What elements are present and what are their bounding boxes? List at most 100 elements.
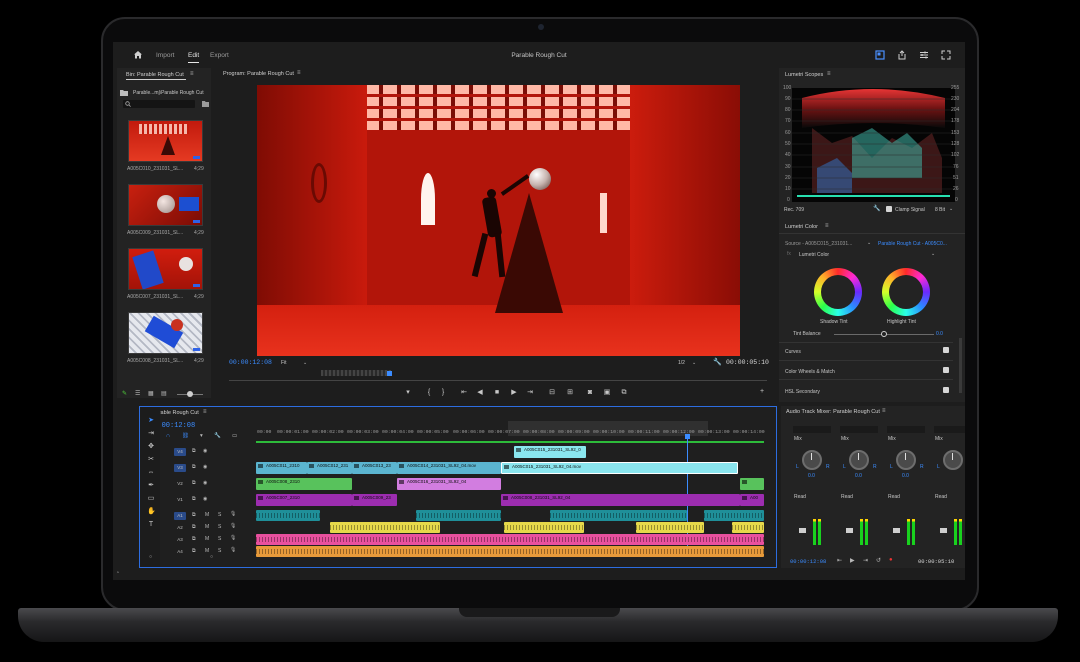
bin-search-input[interactable] bbox=[123, 100, 195, 108]
eye-icon[interactable]: ◉ bbox=[203, 448, 207, 454]
program-timecode[interactable]: 00:00:12:08 bbox=[229, 359, 272, 366]
clamp-signal-checkbox[interactable] bbox=[886, 206, 892, 212]
record-icon[interactable]: ● bbox=[889, 557, 893, 563]
panel-menu-icon[interactable]: ≡ bbox=[827, 71, 831, 77]
audio-clip[interactable] bbox=[416, 510, 501, 521]
mix-dropdown[interactable]: Mix bbox=[888, 436, 896, 442]
pencil-icon[interactable]: ✎ bbox=[122, 390, 128, 397]
sync-lock-icon[interactable]: ⧉ bbox=[192, 512, 196, 518]
mute-toggle[interactable]: M bbox=[205, 548, 209, 554]
freeform-view-icon[interactable]: ▤ bbox=[161, 390, 167, 397]
timeline-clip[interactable]: A005C012_231 bbox=[307, 462, 352, 474]
sync-lock-icon[interactable]: ⧉ bbox=[192, 524, 196, 530]
microphone-icon[interactable]: 🎙 bbox=[230, 547, 236, 553]
eye-icon[interactable]: ◉ bbox=[203, 464, 207, 470]
captions-icon[interactable]: ▭ bbox=[232, 433, 237, 439]
audio-clip[interactable] bbox=[330, 522, 440, 533]
volume-fader[interactable] bbox=[846, 528, 853, 533]
shadow-tint-wheel[interactable] bbox=[814, 268, 862, 316]
bin-tab[interactable]: Bin: Parable Rough Cut bbox=[126, 72, 184, 78]
automation-dropdown[interactable]: Read bbox=[888, 494, 900, 500]
input-dropdown[interactable] bbox=[934, 426, 965, 433]
audio-clip[interactable] bbox=[256, 546, 764, 557]
snap-icon[interactable]: ∩ bbox=[166, 433, 170, 439]
stop-icon[interactable]: ■ bbox=[493, 389, 501, 397]
extract-icon[interactable]: ⊞ bbox=[566, 389, 574, 397]
effect-dropdown[interactable]: Lumetri Color bbox=[799, 252, 829, 258]
mute-toggle[interactable]: M bbox=[205, 536, 209, 542]
mixer-tab[interactable]: Audio Track Mixer: Parable Rough Cut bbox=[786, 409, 880, 415]
wrench-icon[interactable]: 🔧 bbox=[713, 358, 722, 366]
track-label[interactable]: A2 bbox=[174, 524, 186, 532]
go-to-out-icon[interactable]: ⇥ bbox=[863, 557, 868, 564]
track-label[interactable]: V2 bbox=[174, 480, 186, 488]
new-bin-icon[interactable] bbox=[202, 101, 209, 107]
automation-dropdown[interactable]: Read bbox=[841, 494, 853, 500]
audio-clip[interactable] bbox=[256, 510, 320, 521]
timeline-clip[interactable]: A005C016_231031_SL92_04 bbox=[397, 478, 501, 490]
audio-clip[interactable] bbox=[704, 510, 764, 521]
solo-toggle[interactable]: S bbox=[218, 536, 221, 542]
go-to-out-icon[interactable]: ⇥ bbox=[526, 389, 534, 397]
pan-knob[interactable] bbox=[943, 450, 963, 470]
microphone-icon[interactable]: 🎙 bbox=[230, 523, 236, 529]
panel-menu-icon[interactable]: ≡ bbox=[825, 223, 829, 229]
volume-fader[interactable] bbox=[893, 528, 900, 533]
zoom-slider-handle[interactable] bbox=[187, 391, 193, 397]
timeline-clip-selected[interactable]: A005C015_231031_SL92_04.mov bbox=[501, 462, 738, 474]
timeline-clip[interactable]: A005C014_231031_SL92_04.mov bbox=[397, 462, 501, 474]
zoom-out-icon[interactable]: ○ bbox=[149, 554, 152, 560]
workspace-icon[interactable] bbox=[875, 50, 885, 60]
go-to-in-icon[interactable]: ⇤ bbox=[460, 389, 468, 397]
track-label[interactable]: A1 bbox=[174, 512, 186, 520]
eye-icon[interactable]: ◉ bbox=[203, 496, 207, 502]
selection-tool-icon[interactable]: ➤ bbox=[147, 417, 155, 425]
timeline-clip[interactable] bbox=[740, 478, 764, 490]
audio-clip[interactable] bbox=[636, 522, 704, 533]
eye-icon[interactable]: ◉ bbox=[203, 480, 207, 486]
clip-thumbnail[interactable] bbox=[128, 120, 203, 162]
icon-view-icon[interactable]: ▦ bbox=[148, 390, 154, 397]
multicam-icon[interactable]: ⧉ bbox=[620, 389, 628, 397]
list-view-icon[interactable]: ☰ bbox=[135, 390, 140, 397]
bit-depth-dropdown[interactable]: 8 Bit bbox=[935, 207, 945, 213]
fx-icon[interactable]: fx bbox=[787, 251, 791, 257]
pan-knob[interactable] bbox=[849, 450, 869, 470]
microphone-icon[interactable]: 🎙 bbox=[230, 511, 236, 517]
track-label[interactable]: A4 bbox=[174, 548, 186, 556]
settings-sliders-icon[interactable] bbox=[919, 50, 929, 60]
solo-toggle[interactable]: S bbox=[218, 524, 221, 530]
comparison-view-icon[interactable]: ▣ bbox=[603, 389, 611, 397]
track-label[interactable]: V1 bbox=[174, 496, 186, 504]
sync-lock-icon[interactable]: ⧉ bbox=[192, 548, 196, 554]
sequence-clip-dropdown[interactable]: Parable Rough Cut - A005C0... bbox=[878, 241, 947, 247]
sync-lock-icon[interactable]: ⧉ bbox=[192, 464, 196, 470]
play-icon[interactable]: ▶ bbox=[850, 557, 855, 564]
scrollbar[interactable] bbox=[959, 338, 962, 393]
timeline-clip[interactable]: A005C013_23 bbox=[352, 462, 397, 474]
mute-toggle[interactable]: M bbox=[205, 512, 209, 518]
add-marker-icon[interactable]: ▾ bbox=[404, 389, 412, 397]
panel-menu-icon[interactable]: ≡ bbox=[297, 70, 301, 76]
volume-fader[interactable] bbox=[940, 528, 947, 533]
timeline-clip[interactable]: A005C009_23 bbox=[352, 494, 397, 506]
timeline-clip[interactable]: A005C008_231031_SL92_04 bbox=[501, 494, 740, 506]
mark-in-icon[interactable]: { bbox=[425, 389, 433, 397]
linked-selection-icon[interactable]: ⛓ bbox=[182, 433, 189, 439]
go-to-in-icon[interactable]: ⇤ bbox=[837, 557, 842, 564]
panel-menu-icon[interactable]: ≡ bbox=[190, 71, 194, 77]
solo-toggle[interactable]: S bbox=[218, 512, 221, 518]
wrench-icon[interactable]: 🔧 bbox=[214, 433, 221, 439]
pan-knob[interactable] bbox=[802, 450, 822, 470]
wrench-icon[interactable]: 🔧 bbox=[873, 205, 880, 212]
playhead-marker[interactable] bbox=[387, 371, 392, 376]
scopes-tab[interactable]: Lumetri Scopes bbox=[785, 72, 823, 78]
step-back-icon[interactable]: ◀ bbox=[476, 389, 484, 397]
audio-clip[interactable] bbox=[550, 510, 687, 521]
panel-menu-icon[interactable]: ≡ bbox=[882, 408, 886, 414]
loop-icon[interactable]: ↺ bbox=[876, 557, 881, 564]
sync-lock-icon[interactable]: ⧉ bbox=[192, 536, 196, 542]
pan-knob[interactable] bbox=[896, 450, 916, 470]
tint-balance-handle[interactable] bbox=[881, 331, 887, 337]
program-tab[interactable]: Program: Parable Rough Cut bbox=[223, 71, 294, 77]
